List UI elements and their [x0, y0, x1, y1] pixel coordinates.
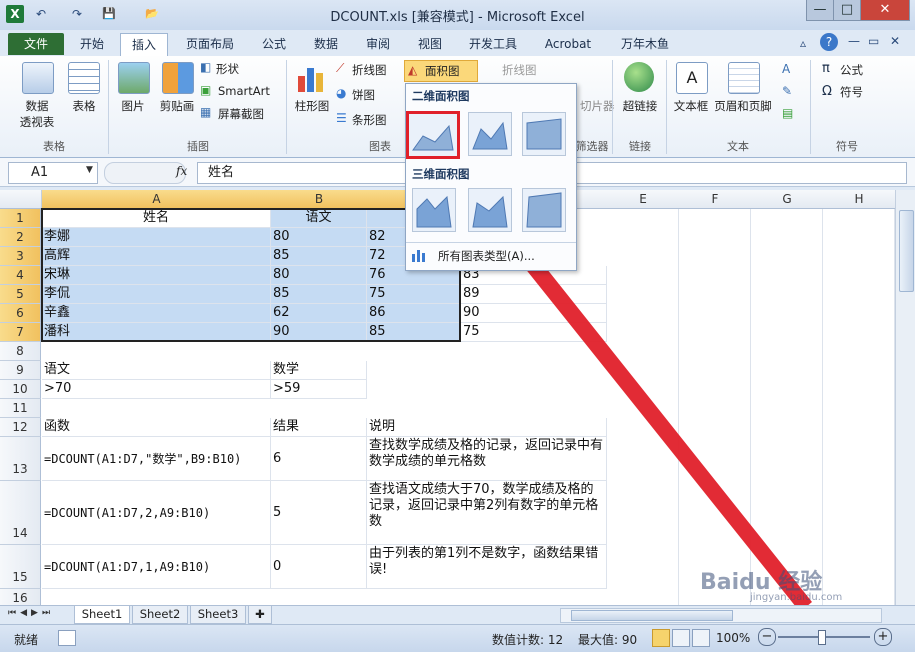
- zoom-slider-thumb[interactable]: [818, 630, 826, 645]
- zoom-in-icon[interactable]: +: [874, 628, 892, 646]
- max-status: 最大值: 90: [578, 633, 638, 647]
- sheet-tab-3[interactable]: Sheet3: [190, 606, 246, 624]
- percent-area-3d-thumbnail[interactable]: [522, 188, 566, 232]
- dropdown-heading-2d: 二维面积图: [412, 89, 470, 103]
- horizontal-scrollbar[interactable]: [560, 608, 882, 623]
- area-chart-dropdown: 二维面积图 三维面积图 所有图表类型(A)...: [405, 83, 577, 271]
- horizontal-scroll-thumb[interactable]: [571, 610, 733, 621]
- macro-record-icon[interactable]: [58, 630, 76, 646]
- dropdown-heading-3d: 三维面积图: [412, 167, 470, 181]
- stacked-area-3d-thumbnail[interactable]: [468, 188, 512, 232]
- watermark-url: jingyan.baidu.com: [750, 592, 843, 603]
- count-status: 数值计数: 12: [492, 633, 564, 647]
- percent-area-2d-thumbnail[interactable]: [522, 112, 566, 156]
- status-bar: 就绪 数值计数: 12 最大值: 90 100% − +: [0, 624, 915, 652]
- ready-status: 就绪: [14, 633, 39, 647]
- area-3d-thumbnail[interactable]: [412, 188, 456, 232]
- area-2d-thumbnail[interactable]: [406, 111, 460, 159]
- normal-view-icon[interactable]: [652, 629, 670, 647]
- page-layout-view-icon[interactable]: [672, 629, 690, 647]
- insert-sheet-icon[interactable]: ✚: [248, 606, 272, 624]
- dropdown-separator: [406, 242, 576, 243]
- stacked-area-2d-thumbnail[interactable]: [468, 112, 512, 156]
- sheet-tab-1[interactable]: Sheet1: [74, 606, 130, 624]
- zoom-level[interactable]: 100%: [716, 631, 750, 645]
- page-break-view-icon[interactable]: [692, 629, 710, 647]
- zoom-out-icon[interactable]: −: [758, 628, 776, 646]
- sheet-tab-bar: ⏮◀▶⏭ Sheet1 Sheet2 Sheet3 ✚: [0, 605, 915, 625]
- all-chart-types-icon: [412, 248, 426, 262]
- sheet-tab-2[interactable]: Sheet2: [132, 606, 188, 624]
- sheet-nav-arrows-icon[interactable]: ⏮◀▶⏭: [8, 608, 54, 618]
- all-chart-types-item[interactable]: 所有图表类型(A)...: [438, 248, 535, 264]
